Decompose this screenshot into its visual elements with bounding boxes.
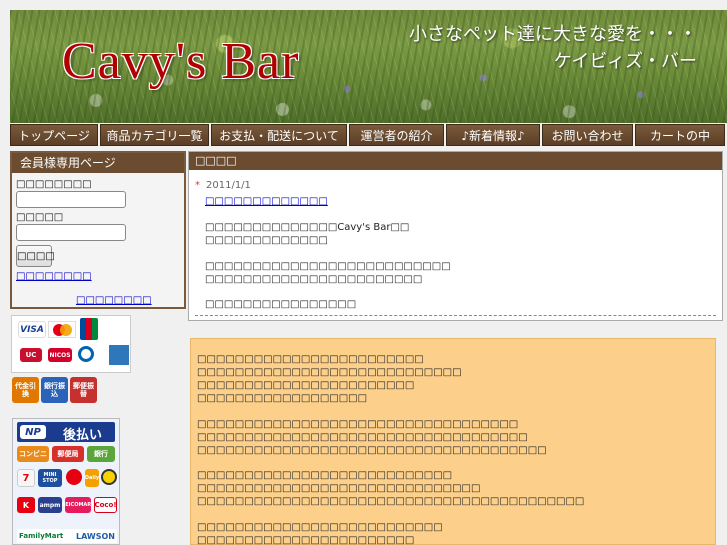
amex-icon <box>108 344 130 366</box>
nav-cart[interactable]: カートの中 <box>635 124 725 146</box>
atobarai-label: 後払い <box>63 428 103 443</box>
divider <box>195 315 716 316</box>
main-nav: トップページ 商品カテゴリ一覧 お支払・配送について 運営者の紹介 ♪新着情報♪… <box>10 124 727 146</box>
info-line: □□□□□□□□□□□□□□□□□□□□□□□□□□□□ <box>197 367 462 378</box>
header-banner: Cavy's Bar 小さなペット達に大きな愛を・・・ ケイビィズ・バー <box>10 10 727 123</box>
info-line: □□□□□□□□□□□□□□□□□□ <box>197 393 368 404</box>
id-label: □□□□□□□□ <box>16 179 92 190</box>
mastercard-icon <box>48 321 76 338</box>
news-line: □□□□□□□□□□□□□ <box>205 235 328 246</box>
nav-about-operator[interactable]: 運営者の紹介 <box>349 124 444 146</box>
info-line: □□□□□□□□□□□□□□□□□□□□□□□□□□□□□□□□□□□ <box>197 432 528 443</box>
seven-eleven-icon: 7 <box>17 469 35 487</box>
convenience-store-option: コンビニ <box>17 446 49 462</box>
familymart-icon: FamilyMart <box>19 532 64 540</box>
news-line: □□□□□□□□□□□□□□Cavy's Bar□□ <box>205 222 410 233</box>
nav-news[interactable]: ♪新着情報♪ <box>446 124 540 146</box>
news-line: □□□□□□□□□□□□□□□□□□□□□□□ <box>205 274 423 285</box>
k-store-icon: K <box>17 497 35 513</box>
info-line: □□□□□□□□□□□□□□□□□□□□□□□□□□□□□□□□□□□□□□□□… <box>197 496 585 507</box>
news-date: * 2011/1/1 <box>195 180 251 191</box>
member-id-input[interactable] <box>16 191 126 208</box>
daily-yamazaki-icon: Daily <box>85 469 99 487</box>
post-office-option: 郵便局 <box>52 446 84 462</box>
register-link[interactable]: □□□□□□□□ <box>76 295 152 306</box>
info-line: □□□□□□□□□□□□□□□□□□□□□□□□□□□□□□ <box>197 483 481 494</box>
ministop-icon: MINI STOP <box>38 469 62 487</box>
seicomart-icon: SEICOMART <box>62 497 94 513</box>
tagline: 小さなペット達に大きな愛を・・・ <box>409 24 697 44</box>
password-input[interactable] <box>16 224 126 241</box>
store-logos: 7 MINI STOP Daily K ampm SEICOMART Coco! <box>17 469 117 525</box>
info-line: □□□□□□□□□□□□□□□□□□□□□□□□□□□□□□□□□□□□□ <box>197 445 547 456</box>
lawson-icon: LAWSON <box>75 531 115 541</box>
bank-option: 銀行 <box>87 446 115 462</box>
coco-store-icon: Coco! <box>94 497 117 513</box>
nav-contact[interactable]: お問い合わせ <box>542 124 633 146</box>
nav-top-page[interactable]: トップページ <box>10 124 98 146</box>
visa-icon: VISA <box>18 321 46 338</box>
nav-payment-shipping[interactable]: お支払・配送について <box>211 124 347 146</box>
deferred-payment-box: NP 後払い コンビニ 郵便局 銀行 7 MINI STOP Daily K a… <box>12 418 120 545</box>
payment-method-badges: 代金引換 銀行振込 郵便振替 <box>12 377 100 403</box>
news-date-value: 2011/1/1 <box>206 180 251 191</box>
info-line: □□□□□□□□□□□□□□□□□□□□□□□□□□□ <box>197 470 453 481</box>
info-line: □□□□□□□□□□□□□□□□□□□□□□□□□□□□□□□□□□ <box>197 419 519 430</box>
postal-transfer-badge: 郵便振替 <box>70 377 97 403</box>
info-line: □□□□□□□□□□□□□□□□□□□□□□□□□□ <box>197 522 443 533</box>
info-line: □□□□□□□□□□□□□□□□□□□□□□□ <box>197 380 415 391</box>
bullet-icon: * <box>195 180 200 191</box>
news-panel: □□□□ * 2011/1/1 □□□□□□□□□□□□□ □□□□□□□□□□□… <box>188 151 723 321</box>
page: Cavy's Bar 小さなペット達に大きな愛を・・・ ケイビィズ・バー トップ… <box>0 0 727 545</box>
np-banner: NP 後払い <box>17 422 115 443</box>
ampm-icon: ampm <box>38 497 62 513</box>
news-line: □□□□□□□□□□□□□□□□ <box>205 299 357 310</box>
member-login-box: 会員様専用ページ □□□□□□□□ □□□□□ □□□□ □□□□□□□□ □□… <box>10 151 186 309</box>
news-line: □□□□□□□□□□□□□□□□□□□□□□□□□□ <box>205 261 451 272</box>
tagline-sub: ケイビィズ・バー <box>553 51 697 71</box>
password-label: □□□□□ <box>16 212 64 223</box>
uc-icon: UC <box>20 348 42 362</box>
jcb-icon <box>80 318 98 340</box>
circle-k-icon <box>66 469 82 485</box>
np-logo: NP <box>20 425 46 439</box>
forgot-password-link[interactable]: □□□□□□□□ <box>16 271 92 282</box>
info-panel: □□□□□□□□□□□□□□□□□□□□□□□□ □□□□□□□□□□□□□□□… <box>190 338 716 545</box>
credit-card-logos: VISA UC NICOS <box>11 315 131 373</box>
d-store-icon <box>101 469 117 485</box>
cod-badge: 代金引換 <box>12 377 39 403</box>
site-logo[interactable]: Cavy's Bar <box>62 32 299 91</box>
bank-transfer-badge: 銀行振込 <box>41 377 68 403</box>
diners-club-icon <box>78 346 94 362</box>
login-button[interactable]: □□□□ <box>16 245 55 267</box>
member-box-title: 会員様専用ページ <box>12 153 184 173</box>
info-line: □□□□□□□□□□□□□□□□□□□□□□□□ <box>197 354 424 365</box>
news-panel-title: □□□□ <box>189 152 722 170</box>
news-headline-link[interactable]: □□□□□□□□□□□□□ <box>205 196 328 207</box>
store-footer: FamilyMart LAWSON <box>17 529 117 543</box>
nicos-icon: NICOS <box>48 348 72 362</box>
info-line: □□□□□□□□□□□□□□□□□□□□□□□ <box>197 535 415 545</box>
nav-category-list[interactable]: 商品カテゴリ一覧 <box>100 124 209 146</box>
